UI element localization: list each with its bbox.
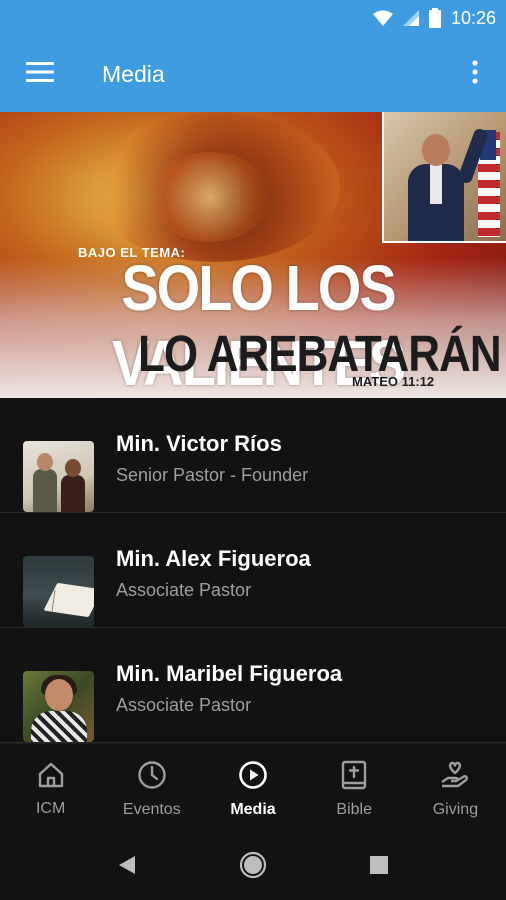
- nav-label-media: Media: [230, 800, 276, 818]
- signal-icon: [402, 10, 419, 26]
- wifi-icon: [372, 10, 393, 26]
- banner-verse: MATEO 11:12: [352, 374, 435, 389]
- system-navigation-bar: [0, 834, 506, 900]
- list-item-name: Min. Alex Figueroa: [116, 546, 311, 571]
- bible-icon: [341, 760, 367, 795]
- nav-label-icm: ICM: [35, 799, 66, 817]
- list-item-name: Min. Victor Ríos: [116, 431, 282, 456]
- back-icon: [118, 855, 136, 880]
- home-icon: [37, 761, 65, 794]
- nav-label-eventos: Eventos: [122, 800, 181, 818]
- banner-artwork-highlight: [150, 152, 270, 242]
- status-bar: 10:26: [0, 0, 506, 36]
- nav-item-eventos[interactable]: Eventos: [101, 744, 202, 834]
- list-item-role: Senior Pastor - Founder: [116, 465, 309, 485]
- overflow-menu-button[interactable]: [444, 36, 506, 112]
- list-item[interactable]: Min. Victor Ríos Senior Pastor - Founder: [0, 398, 506, 513]
- hamburger-menu-icon: [26, 61, 54, 88]
- nav-item-bible[interactable]: Bible: [304, 744, 405, 834]
- bottom-navigation: ICM Eventos Media Bible Giving: [0, 743, 506, 834]
- giving-hand-icon: [439, 760, 471, 795]
- pastor-thumbnail: [23, 670, 94, 742]
- list-item[interactable]: Min. Maribel Figueroa Associate Pastor: [0, 628, 506, 743]
- nav-label-bible: Bible: [336, 800, 372, 818]
- nav-item-media[interactable]: Media: [202, 744, 303, 834]
- back-button[interactable]: [64, 834, 190, 900]
- recents-icon: [370, 855, 388, 879]
- more-vertical-icon: [472, 59, 478, 89]
- list-item-role: Associate Pastor: [116, 580, 252, 600]
- pastor-list: Min. Victor Ríos Senior Pastor - Founder…: [0, 398, 506, 743]
- list-item-name: Min. Maribel Figueroa: [116, 661, 343, 686]
- pastor-thumbnail: [23, 440, 94, 512]
- banner-title-line2: LO AREBATARÁN: [138, 326, 502, 383]
- pastor-thumbnail: [23, 555, 94, 627]
- app-bar: Media: [0, 36, 506, 112]
- menu-button[interactable]: [0, 36, 80, 112]
- nav-label-giving: Giving: [432, 800, 479, 818]
- nav-item-icm[interactable]: ICM: [0, 744, 101, 834]
- home-circle-icon: [239, 851, 267, 884]
- recents-button[interactable]: [316, 834, 442, 900]
- list-item[interactable]: Min. Alex Figueroa Associate Pastor: [0, 513, 506, 628]
- home-button[interactable]: [190, 834, 316, 900]
- preacher-figure: [408, 127, 490, 241]
- battery-icon: [428, 8, 441, 28]
- status-time: 10:26: [450, 7, 496, 28]
- clock-icon: [137, 760, 167, 795]
- page-title: Media: [102, 60, 165, 87]
- nav-item-giving[interactable]: Giving: [405, 744, 506, 834]
- preacher-photo: [382, 112, 506, 243]
- list-item-role: Associate Pastor: [116, 695, 252, 715]
- play-circle-icon: [238, 760, 268, 795]
- sermon-banner[interactable]: BAJO EL TEMA: SOLO LOS VALIENTES LO AREB…: [0, 112, 506, 398]
